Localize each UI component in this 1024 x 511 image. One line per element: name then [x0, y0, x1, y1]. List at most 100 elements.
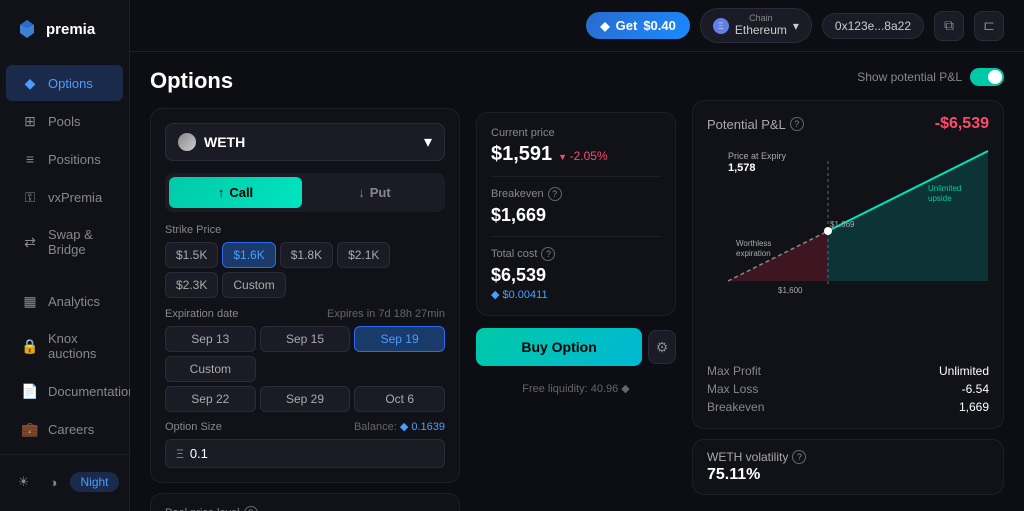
strike-1500[interactable]: $1.5K: [165, 242, 218, 268]
sidebar-item-vxpremia[interactable]: ⚿ vxPremia: [6, 179, 123, 215]
pool-price-label: Pool price level ?: [165, 506, 445, 511]
chain-button[interactable]: Ξ Chain Ethereum ▾: [700, 8, 812, 43]
date-custom-exp[interactable]: Custom: [165, 356, 256, 382]
show-pl-toggle[interactable]: [970, 68, 1004, 86]
svg-text:1,578: 1,578: [728, 162, 756, 174]
sidebar-item-analytics[interactable]: ▦ Analytics: [6, 283, 123, 319]
svg-text:Price at Expiry: Price at Expiry: [728, 151, 787, 161]
sidebar-bottom: ☀ ◑ Night: [0, 454, 129, 511]
sidebar-item-documentation-label: Documentation: [48, 384, 135, 399]
weth-icon: [178, 133, 196, 151]
volatility-section: WETH volatility ? 75.11%: [692, 439, 1004, 495]
premia-logo-icon: [16, 18, 38, 40]
asset-selector[interactable]: WETH ▾: [165, 123, 445, 161]
show-pl-row: Show potential P&L: [692, 68, 1004, 86]
breakeven-label: Breakeven ?: [491, 187, 661, 201]
strike-2300[interactable]: $2.3K: [165, 272, 218, 298]
show-pl-label: Show potential P&L: [857, 70, 962, 84]
pnl-value: -$6,539: [935, 115, 989, 133]
date-sep15[interactable]: Sep 15: [260, 326, 351, 352]
vol-info-icon[interactable]: ?: [792, 450, 806, 464]
settings-button[interactable]: ⚙: [648, 330, 676, 364]
sidebar-item-vxpremia-label: vxPremia: [48, 190, 102, 205]
content: Options WETH ▾ ↑ Call: [130, 52, 1024, 511]
light-theme-button[interactable]: ◑: [40, 469, 66, 495]
copy-button[interactable]: ⧉: [934, 11, 964, 41]
options-icon: ◆: [22, 75, 38, 91]
address-button[interactable]: 0x123e...8a22: [822, 13, 924, 39]
breakeven-stat-label: Breakeven: [707, 400, 848, 414]
svg-text:$1,669: $1,669: [830, 220, 855, 229]
size-input[interactable]: [190, 446, 270, 461]
strike-1600[interactable]: $1.6K: [222, 242, 275, 268]
header: ◆ Get $0.40 Ξ Chain Ethereum ▾ 0x123e...…: [130, 0, 1024, 52]
left-panel: Options WETH ▾ ↑ Call: [150, 68, 460, 495]
sidebar-item-knox[interactable]: 🔒 Knox auctions: [6, 321, 123, 371]
sidebar-item-knox-label: Knox auctions: [48, 331, 107, 361]
main-area: ◆ Get $0.40 Ξ Chain Ethereum ▾ 0x123e...…: [130, 0, 1024, 511]
date-grid-row2: Sep 22 Sep 29 Oct 6: [165, 386, 445, 412]
strike-2100[interactable]: $2.1K: [337, 242, 390, 268]
balance-value: ◆ 0.1639: [400, 421, 445, 433]
current-price-label: Current price: [491, 127, 661, 139]
svg-text:upside: upside: [928, 194, 952, 203]
date-sep22[interactable]: Sep 22: [165, 386, 256, 412]
right-panel: Show potential P&L Potential P&L ? -$6,5…: [692, 68, 1004, 495]
breakeven-stat-value: 1,669: [848, 400, 989, 414]
exit-icon: ⊏: [983, 17, 995, 34]
sidebar-item-documentation[interactable]: 📄 Documentation: [6, 373, 123, 409]
sidebar-item-options[interactable]: ◆ Options: [6, 65, 123, 101]
total-cost-label: Total cost ?: [491, 247, 661, 261]
sidebar-item-pools[interactable]: ⊞ Pools: [6, 103, 123, 139]
max-profit-value: Unlimited: [848, 364, 989, 378]
current-price-row: $1,591 -2.05%: [491, 143, 661, 166]
balance-display: Balance: ◆ 0.1639: [354, 420, 445, 433]
buy-option-button[interactable]: Buy Option: [476, 328, 642, 366]
sidebar-item-options-label: Options: [48, 76, 93, 91]
chart-area: Price at Expiry 1,578 Worthless expirati…: [707, 141, 989, 356]
put-arrow-icon: ↓: [358, 185, 365, 200]
price-change-value: -2.05%: [558, 149, 607, 163]
date-sep19[interactable]: Sep 19: [354, 326, 445, 352]
put-tab-label: Put: [370, 185, 391, 200]
sidebar-item-analytics-label: Analytics: [48, 294, 100, 309]
sidebar-item-swap-label: Swap & Bridge: [48, 227, 107, 257]
sidebar-item-careers-label: Careers: [48, 422, 94, 437]
analytics-icon: ▦: [22, 293, 38, 309]
mid-panel: Current price $1,591 -2.05% Breakeven ? …: [476, 68, 676, 495]
date-sep29[interactable]: Sep 29: [260, 386, 351, 412]
sidebar-nav: ◆ Options ⊞ Pools ≡ Positions ⚿ vxPremia…: [0, 58, 129, 454]
max-profit-label: Max Profit: [707, 364, 848, 378]
page-title: Options: [150, 68, 460, 94]
pool-price-info-icon[interactable]: ?: [244, 506, 258, 511]
strike-custom[interactable]: Custom: [222, 272, 285, 298]
pnl-header: Potential P&L ? -$6,539: [707, 115, 989, 133]
total-cost-value: $6,539: [491, 265, 661, 286]
knox-icon: 🔒: [22, 338, 38, 354]
exit-button[interactable]: ⊏: [974, 11, 1004, 41]
svg-text:Worthless: Worthless: [736, 239, 771, 248]
call-tab[interactable]: ↑ Call: [169, 177, 302, 208]
swap-icon: ⇄: [22, 234, 38, 250]
sidebar-item-pools-label: Pools: [48, 114, 81, 129]
sun-theme-button[interactable]: ☀: [10, 469, 36, 495]
cost-section: Total cost ? $6,539 ◆ $0.00411: [491, 247, 661, 301]
chain-chevron-icon: ▾: [793, 19, 799, 33]
breakeven-value: $1,669: [491, 205, 661, 226]
gear-icon: ⚙: [656, 339, 669, 356]
sidebar: premia ◆ Options ⊞ Pools ≡ Positions ⚿ v…: [0, 0, 130, 511]
sidebar-item-swap[interactable]: ⇄ Swap & Bridge: [6, 217, 123, 267]
max-loss-value: -6.54: [848, 382, 989, 396]
strike-1800[interactable]: $1.8K: [280, 242, 333, 268]
sidebar-item-positions[interactable]: ≡ Positions: [6, 141, 123, 177]
pnl-info-icon[interactable]: ?: [790, 117, 804, 131]
date-oct6[interactable]: Oct 6: [354, 386, 445, 412]
breakeven-info-icon[interactable]: ?: [548, 187, 562, 201]
get-button[interactable]: ◆ Get $0.40: [586, 12, 689, 39]
pnl-stats: Max Profit Unlimited Max Loss -6.54 Brea…: [707, 364, 989, 414]
night-theme-button[interactable]: Night: [70, 472, 118, 492]
date-sep13[interactable]: Sep 13: [165, 326, 256, 352]
sidebar-item-careers[interactable]: 💼 Careers: [6, 411, 123, 447]
put-tab[interactable]: ↓ Put: [308, 177, 441, 208]
total-cost-info-icon[interactable]: ?: [541, 247, 555, 261]
